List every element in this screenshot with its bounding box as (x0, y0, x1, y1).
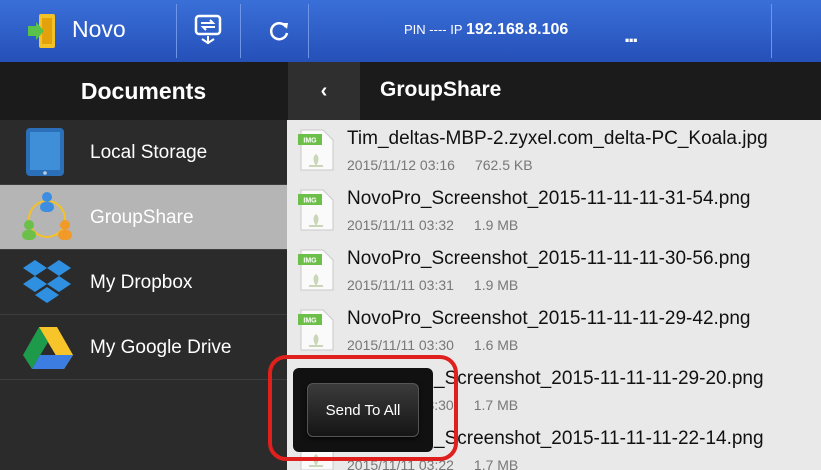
file-date: 2015/11/11 03:31 (347, 277, 454, 293)
file-meta: 2015/11/11 03:30 1.6 MB (347, 337, 518, 353)
dropbox-icon (23, 260, 71, 303)
image-file-icon: IMG (298, 189, 334, 231)
file-meta: 2015/11/12 03:16 762.5 KB (347, 157, 533, 173)
tablet-icon (26, 128, 64, 176)
file-type-badge: IMG (303, 318, 317, 325)
sidebar-item-groupshare[interactable]: GroupShare (0, 185, 287, 250)
more-icon[interactable]: ... (624, 22, 638, 48)
back-button[interactable]: ‹ (288, 62, 360, 120)
top-bar: Novo PIN ---- IP 192.168.8.106 ... (0, 0, 821, 62)
sidebar-item-label: My Google Drive (90, 337, 232, 358)
file-date: 2015/11/11 03:32 (347, 217, 454, 233)
sidebar-item-label: My Dropbox (90, 272, 193, 293)
file-size: 762.5 KB (474, 157, 533, 173)
sidebar-item-dropbox[interactable]: My Dropbox (0, 250, 287, 315)
divider (176, 4, 177, 58)
image-file-icon: IMG (298, 309, 334, 351)
image-file-icon: IMG (298, 129, 334, 171)
file-list-item[interactable]: IMG NovoPro_Screenshot_2015-11-11-11-30-5… (287, 240, 821, 301)
file-name: _Screenshot_2015-11-11-11-22-14.png (434, 428, 764, 449)
folder-title: GroupShare (380, 78, 502, 101)
refresh-icon[interactable] (268, 20, 290, 42)
file-name: NovoPro_Screenshot_2015-11-11-11-31-54.p… (347, 188, 751, 209)
file-size: 1.9 MB (473, 277, 519, 293)
file-size: 1.7 MB (473, 457, 519, 470)
divider (240, 4, 241, 58)
file-list-item[interactable]: IMG NovoPro_Screenshot_2015-11-11-11-31-5… (287, 180, 821, 241)
file-name: Tim_deltas-MBP-2.zyxel.com_delta-PC_Koal… (347, 128, 768, 149)
sidebar-item-google-drive[interactable]: My Google Drive (0, 315, 287, 380)
file-meta: 2015/11/11 03:31 1.9 MB (347, 277, 518, 293)
file-size: 1.9 MB (473, 217, 519, 233)
groupshare-icon (22, 192, 72, 240)
file-type-badge: IMG (303, 258, 317, 265)
divider (308, 4, 309, 58)
file-name: NovoPro_Screenshot_2015-11-11-11-30-56.p… (347, 248, 751, 269)
file-name: _Screenshot_2015-11-11-11-29-20.png (434, 368, 764, 389)
file-list-item[interactable]: IMG Tim_deltas-MBP-2.zyxel.com_delta-PC_K… (287, 120, 821, 181)
file-name: NovoPro_Screenshot_2015-11-11-11-29-42.p… (347, 308, 751, 329)
highlight-annotation (268, 355, 458, 461)
google-drive-icon (23, 327, 73, 369)
pin-ip-status: PIN ---- IP 192.168.8.106 (404, 21, 569, 38)
sidebar-title: Documents (0, 62, 287, 120)
sidebar-item-label: GroupShare (90, 207, 194, 228)
file-type-badge: IMG (303, 138, 317, 145)
content-header (287, 62, 821, 120)
screen-switch-icon[interactable] (194, 14, 222, 46)
sidebar-item-local-storage[interactable]: Local Storage (0, 120, 287, 185)
file-type-badge: IMG (303, 198, 317, 205)
file-size: 1.7 MB (473, 397, 519, 413)
file-meta: 2015/11/11 03:32 1.9 MB (347, 217, 518, 233)
file-date: 2015/11/12 03:16 (347, 157, 455, 173)
file-list-item[interactable]: IMG NovoPro_Screenshot_2015-11-11-11-29-4… (287, 300, 821, 361)
app-title: Novo (72, 16, 126, 42)
file-date: 2015/11/11 03:30 (347, 337, 454, 353)
image-file-icon: IMG (298, 249, 334, 291)
file-size: 1.6 MB (473, 337, 519, 353)
novo-logo-icon (28, 14, 55, 48)
sidebar: Local Storage GroupShare My Dropbox My G… (0, 120, 287, 470)
divider (771, 4, 772, 58)
sidebar-item-label: Local Storage (90, 142, 208, 163)
